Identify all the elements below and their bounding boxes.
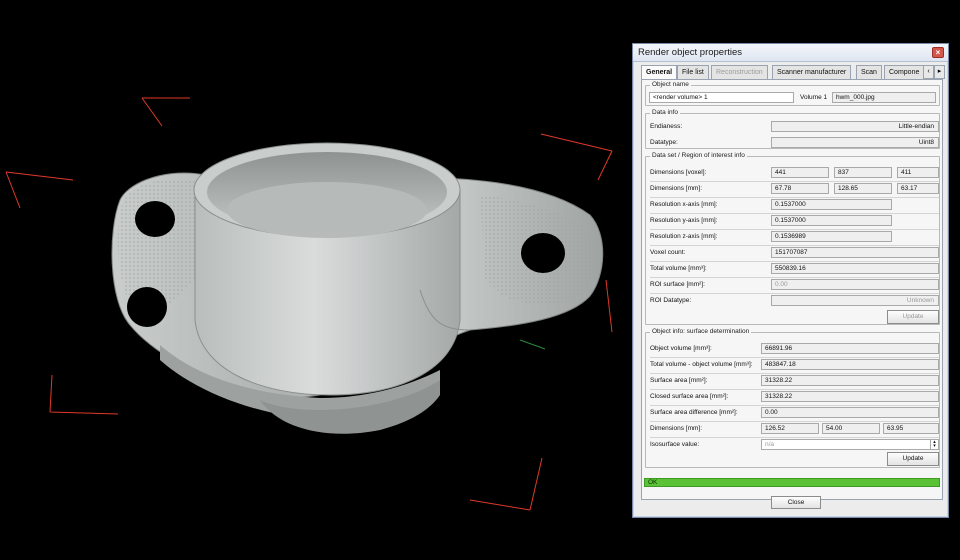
endianess-value: Little-endian [771, 121, 939, 132]
surface-determination-group: Object info: surface determination Objec… [645, 328, 940, 468]
dims-voxel-label: Dimensions [voxel]: [650, 169, 707, 176]
isosurface-input[interactable]: n/a [761, 439, 931, 450]
surface-determination-legend: Object info: surface determination [650, 328, 752, 335]
surface-dims-y: 54.00 [822, 423, 880, 434]
surface-dims-z: 63.95 [883, 423, 939, 434]
tab-scanner-manufacturer[interactable]: Scanner manufacturer [772, 65, 852, 79]
tab-components[interactable]: Compone [884, 65, 925, 79]
isosurface-label: Isosurface value: [650, 441, 700, 448]
res-z-value: 0.1536989 [771, 231, 892, 242]
data-info-group: Data info Endianess: Little-endian Datat… [645, 109, 940, 149]
total-minus-object-label: Total volume - object volume [mm³]: [650, 361, 753, 368]
object-name-legend: Object name [650, 81, 691, 88]
res-x-label: Resolution x-axis [mm]: [650, 201, 718, 208]
volume-label: Volume 1 [800, 94, 828, 101]
surface-area-label: Surface area [mm²]: [650, 377, 708, 384]
endianess-label: Endianess: [650, 123, 683, 130]
dims-mm-z: 63.17 [897, 183, 939, 194]
voxel-count-value: 151707087 [771, 247, 939, 258]
object-name-group: Object name <render volume> 1 Volume 1 h… [645, 81, 940, 106]
roi-surface-label: ROI surface [mm²]: [650, 281, 705, 288]
tab-reconstruction[interactable]: Reconstruction [711, 65, 768, 79]
object-volume-value: 66891.96 [761, 343, 939, 354]
res-y-value: 0.1537000 [771, 215, 892, 226]
dialog-titlebar[interactable]: Render object properties × [633, 44, 948, 62]
surface-update-button[interactable]: Update [887, 452, 939, 466]
tab-general[interactable]: General [641, 65, 678, 80]
area-difference-value: 0.00 [761, 407, 939, 418]
res-z-label: Resolution z-axis [mm]: [650, 233, 718, 240]
tab-scroll-left-icon[interactable]: ‹ [923, 65, 934, 79]
surface-dims-x: 126.52 [761, 423, 819, 434]
closed-surface-area-label: Closed surface area [mm²]: [650, 393, 729, 400]
dims-mm-x: 67.78 [771, 183, 829, 194]
datatype-label: Datatype: [650, 139, 678, 146]
tab-scan[interactable]: Scan [856, 65, 882, 79]
area-difference-label: Surface area difference [mm²]: [650, 409, 738, 416]
dataset-roi-legend: Data set / Region of interest info [650, 152, 747, 159]
status-bar: OK [644, 478, 940, 487]
source-file-field: hwm_000.jpg [832, 92, 936, 103]
surface-area-value: 31328.22 [761, 375, 939, 386]
close-button[interactable]: Close [771, 496, 821, 509]
datatype-value: Uint8 [771, 137, 939, 148]
roi-surface-value: 0.00 [771, 279, 939, 290]
total-volume-value: 550839.16 [771, 263, 939, 274]
dims-voxel-x: 441 [771, 167, 829, 178]
tab-file-list[interactable]: File list [677, 65, 709, 79]
res-y-label: Resolution y-axis [mm]: [650, 217, 718, 224]
dims-voxel-y: 837 [834, 167, 892, 178]
data-info-legend: Data info [650, 109, 681, 116]
object-volume-label: Object volume [mm³]: [650, 345, 712, 352]
roi-datatype-value: Unknown [771, 295, 939, 306]
voxel-count-label: Voxel count: [650, 249, 686, 256]
dialog-title: Render object properties [638, 47, 743, 58]
dims-mm-label: Dimensions [mm]: [650, 185, 703, 192]
close-icon[interactable]: × [932, 47, 944, 58]
dataset-roi-group: Data set / Region of interest info Dimen… [645, 152, 940, 325]
object-name-input[interactable]: <render volume> 1 [649, 92, 794, 103]
total-minus-object-value: 483847.18 [761, 359, 939, 370]
surface-dims-label: Dimensions [mm]: [650, 425, 703, 432]
tab-scroll-right-icon[interactable]: ▸ [934, 65, 945, 79]
dims-voxel-z: 411 [897, 167, 939, 178]
dataset-update-button[interactable]: Update [887, 310, 939, 324]
res-x-value: 0.1537000 [771, 199, 892, 210]
general-tab-panel: Object name <render volume> 1 Volume 1 h… [641, 79, 943, 500]
roi-datatype-label: ROI Datatype: [650, 297, 692, 304]
total-volume-label: Total volume [mm³]: [650, 265, 707, 272]
dims-mm-y: 128.65 [834, 183, 892, 194]
render-object-properties-dialog: Render object properties × General File … [632, 43, 949, 518]
isosurface-spinner-icon[interactable]: ▴ ▾ [930, 439, 939, 450]
closed-surface-area-value: 31328.22 [761, 391, 939, 402]
tab-strip: General File list Reconstruction Scanner… [641, 65, 945, 80]
